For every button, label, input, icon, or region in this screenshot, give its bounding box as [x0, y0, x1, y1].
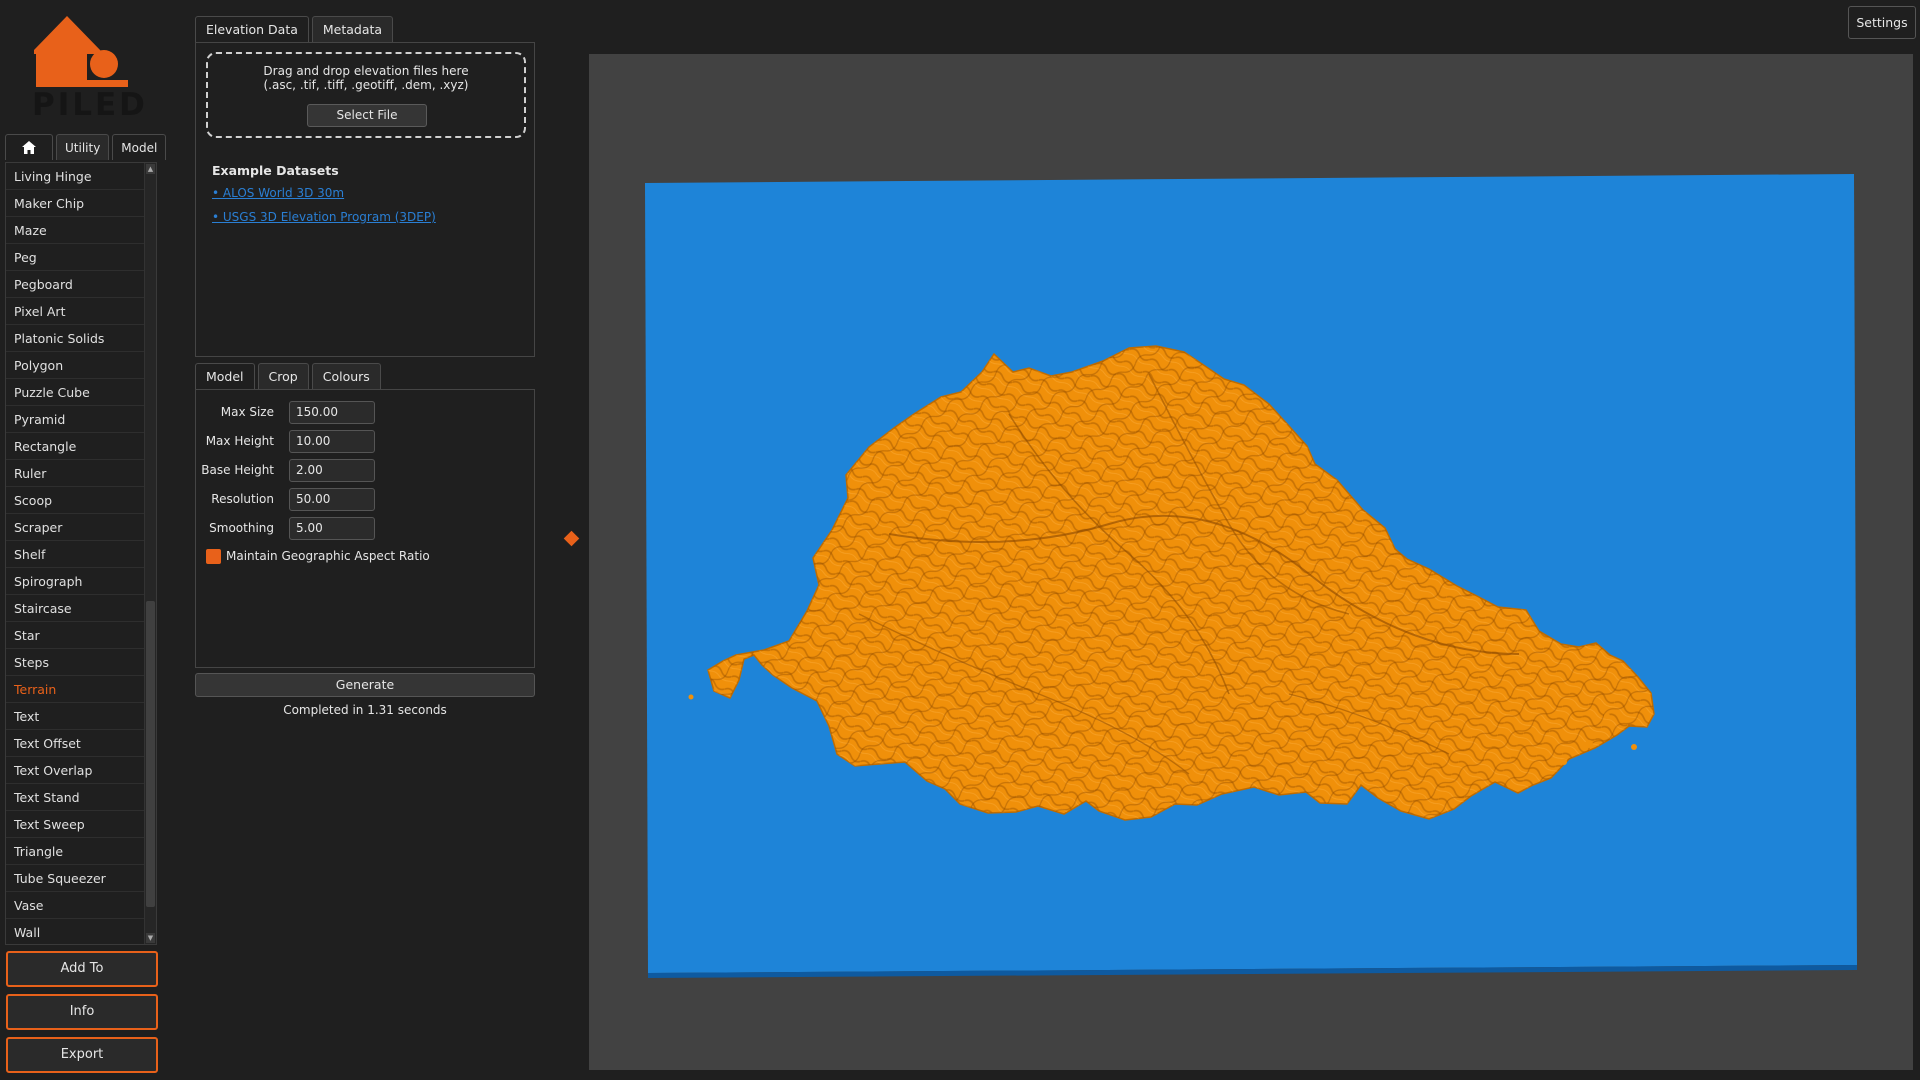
list-item-pixel-art[interactable]: Pixel Art: [6, 298, 145, 325]
generate-button[interactable]: Generate: [195, 673, 535, 697]
3d-viewport[interactable]: [589, 54, 1913, 1070]
list-item-spirograph[interactable]: Spirograph: [6, 568, 145, 595]
list-item-puzzle-cube[interactable]: Puzzle Cube: [6, 379, 145, 406]
list-item-steps[interactable]: Steps: [6, 649, 145, 676]
list-item-maker-chip[interactable]: Maker Chip: [6, 190, 145, 217]
list-item-scraper[interactable]: Scraper: [6, 514, 145, 541]
tab-model[interactable]: Model: [112, 134, 167, 160]
file-dropzone[interactable]: Drag and drop elevation files here (.asc…: [206, 52, 526, 138]
info-button[interactable]: Info: [6, 994, 158, 1030]
max-size-input[interactable]: 150.00: [289, 401, 375, 424]
example-datasets-title: Example Datasets: [212, 163, 339, 178]
terrain-preview[interactable]: [589, 54, 1913, 1070]
tab-crop[interactable]: Crop: [257, 363, 309, 389]
home-icon: [22, 141, 36, 154]
list-item-living-hinge[interactable]: Living Hinge: [6, 163, 145, 190]
list-item-tube-squeezer[interactable]: Tube Squeezer: [6, 865, 145, 892]
logo-text: PILED: [32, 87, 148, 123]
scroll-up-icon[interactable]: ▲: [146, 164, 155, 174]
list-item-maze[interactable]: Maze: [6, 217, 145, 244]
base-height-input[interactable]: 2.00: [289, 459, 375, 482]
tab-home[interactable]: [5, 134, 53, 160]
list-item-text-sweep[interactable]: Text Sweep: [6, 811, 145, 838]
model-list[interactable]: Living Hinge Maker Chip Maze Peg Pegboard Pix…: [5, 162, 157, 945]
list-item-text-overlap[interactable]: Text Overlap: [6, 757, 145, 784]
list-item-polygon[interactable]: Polygon: [6, 352, 145, 379]
max-size-row: Max Size 150.00: [196, 401, 396, 425]
dropzone-formats: (.asc, .tif, .tiff, .geotiff, .dem, .xyz…: [263, 78, 469, 92]
base-height-label: Base Height: [201, 463, 274, 477]
resolution-row: Resolution 50.00: [196, 488, 396, 512]
smoothing-label: Smoothing: [209, 521, 274, 535]
elevation-data-panel: Drag and drop elevation files here (.asc…: [195, 42, 535, 357]
add-to-button[interactable]: Add To: [6, 951, 158, 987]
parameter-tabs: Model Crop Colours: [195, 363, 381, 389]
tab-utility[interactable]: Utility: [56, 134, 110, 160]
scroll-down-icon[interactable]: ▼: [146, 933, 155, 943]
tab-colours[interactable]: Colours: [311, 363, 381, 389]
list-item-staircase[interactable]: Staircase: [6, 595, 145, 622]
select-file-button[interactable]: Select File: [307, 104, 427, 127]
list-item-vase[interactable]: Vase: [6, 892, 145, 919]
aspect-ratio-checkbox[interactable]: [206, 549, 221, 564]
list-item-text-stand[interactable]: Text Stand: [6, 784, 145, 811]
smoothing-input[interactable]: 5.00: [289, 517, 375, 540]
piled-logo: PILED: [32, 14, 148, 123]
max-height-input[interactable]: 10.00: [289, 430, 375, 453]
model-parameters-panel: Max Size 150.00 Max Height 10.00 Base He…: [195, 389, 535, 668]
list-item-text[interactable]: Text: [6, 703, 145, 730]
resolution-label: Resolution: [211, 492, 274, 506]
dropzone-text: Drag and drop elevation files here: [263, 64, 469, 78]
max-height-row: Max Height 10.00: [196, 430, 396, 454]
list-item-pyramid[interactable]: Pyramid: [6, 406, 145, 433]
resolution-input[interactable]: 50.00: [289, 488, 375, 511]
list-item-text-offset[interactable]: Text Offset: [6, 730, 145, 757]
list-item-platonic-solids[interactable]: Platonic Solids: [6, 325, 145, 352]
list-item-pegboard[interactable]: Pegboard: [6, 271, 145, 298]
panel-collapse-handle[interactable]: [563, 530, 580, 547]
list-item-peg[interactable]: Peg: [6, 244, 145, 271]
aspect-ratio-label: Maintain Geographic Aspect Ratio: [226, 549, 430, 563]
tab-model-params[interactable]: Model: [195, 363, 255, 389]
list-item-wall[interactable]: Wall: [6, 919, 145, 944]
max-height-label: Max Height: [205, 434, 274, 448]
status-text: Completed in 1.31 seconds: [283, 703, 447, 717]
logo-mark-icon: [34, 16, 128, 87]
export-button[interactable]: Export: [6, 1037, 158, 1073]
smoothing-row: Smoothing 5.00: [196, 517, 396, 541]
list-item-ruler[interactable]: Ruler: [6, 460, 145, 487]
usgs-dataset-link[interactable]: • USGS 3D Elevation Program (3DEP): [212, 210, 436, 224]
list-item-rectangle[interactable]: Rectangle: [6, 433, 145, 460]
base-height-row: Base Height 2.00: [196, 459, 396, 483]
model-list-scrollbar[interactable]: ▲ ▼: [144, 163, 156, 944]
scrollbar-thumb[interactable]: [146, 601, 155, 907]
list-item-terrain[interactable]: Terrain: [6, 676, 145, 703]
category-tabs: Utility Model: [5, 134, 167, 162]
list-item-star[interactable]: Star: [6, 622, 145, 649]
list-item-triangle[interactable]: Triangle: [6, 838, 145, 865]
max-size-label: Max Size: [220, 405, 274, 419]
tab-metadata[interactable]: Metadata: [311, 16, 394, 42]
settings-button[interactable]: Settings: [1848, 6, 1916, 39]
list-item-scoop[interactable]: Scoop: [6, 487, 145, 514]
tab-elevation-data[interactable]: Elevation Data: [195, 16, 309, 42]
list-item-shelf[interactable]: Shelf: [6, 541, 145, 568]
source-tabs: Elevation Data Metadata: [195, 16, 394, 42]
alos-dataset-link[interactable]: • ALOS World 3D 30m: [212, 186, 344, 200]
